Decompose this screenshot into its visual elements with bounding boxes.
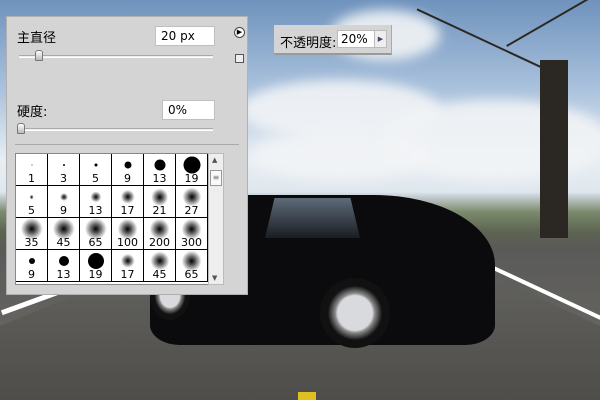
hardness-label: 硬度: (17, 105, 48, 120)
brush-grid-scrollbar[interactable]: ▲ ≡ ▼ (208, 153, 224, 285)
brush-size-label: 13 (56, 268, 71, 281)
hardness-input[interactable]: 0% (162, 100, 215, 120)
hard-brush-tip-icon (87, 253, 104, 269)
opacity-control: 不透明度: 20% ▶ (274, 25, 392, 55)
brush-preset[interactable]: 27 (176, 186, 208, 218)
brush-size-label: 19 (184, 172, 199, 185)
brush-size-label: 45 (56, 236, 71, 249)
brush-preset[interactable]: 19 (176, 154, 208, 186)
new-preset-icon[interactable] (235, 54, 244, 63)
brush-size-label: 300 (181, 236, 202, 249)
brush-size-label: 5 (92, 172, 99, 185)
brush-size-label: 21 (152, 204, 167, 217)
brush-grid: 1 3 5 9 13 19 5 9 13 17 21 27 35 45 65 100 200 300 9 13 19 17… (15, 153, 224, 285)
brush-size-label: 13 (152, 172, 167, 185)
brush-preset[interactable]: 9 (48, 186, 80, 218)
brush-preset[interactable]: 9 (16, 250, 48, 282)
brush-preset[interactable]: 100 (112, 218, 144, 250)
brush-size-label: 17 (120, 268, 135, 281)
brush-preset[interactable]: 200 (144, 218, 176, 250)
brush-size-label: 17 (120, 204, 135, 217)
hard-brush-tip-icon (58, 256, 69, 266)
brush-preset[interactable]: 300 (176, 218, 208, 250)
hardness-slider-thumb[interactable] (17, 123, 25, 134)
brush-size-label: 9 (124, 172, 131, 185)
master-diameter-input[interactable]: 20 px (155, 26, 215, 46)
brush-size-label: 200 (149, 236, 170, 249)
play-circle-icon[interactable]: ▶ (234, 27, 245, 38)
brush-preset[interactable]: 65 (176, 250, 208, 282)
brush-preset[interactable]: 9 (112, 154, 144, 186)
brush-preset[interactable]: 35 (16, 217, 48, 250)
hard-brush-tip-icon (62, 164, 65, 166)
brush-preset[interactable]: 19 (80, 250, 112, 282)
brush-preset[interactable]: 5 (16, 186, 48, 218)
opacity-label: 不透明度: (280, 36, 337, 51)
opacity-dropdown-arrow-icon[interactable]: ▶ (374, 30, 387, 48)
tree (540, 60, 568, 238)
brush-size-label: 3 (60, 172, 67, 185)
hard-brush-tip-icon (183, 156, 200, 174)
hard-brush-tip-icon (28, 258, 35, 264)
brush-size-label: 9 (28, 268, 35, 281)
brush-preset-picker: 主直径 20 px ▶ 硬度: 0% 1 3 5 9 13 19 5 9 13 17 21 27 35 4… (6, 16, 248, 295)
scroll-down-arrow-icon[interactable]: ▼ (212, 274, 217, 282)
brush-preset[interactable]: 45 (144, 250, 176, 282)
brush-preset[interactable]: 13 (80, 186, 112, 218)
scroll-up-arrow-icon[interactable]: ▲ (212, 156, 217, 164)
diameter-slider-track[interactable] (19, 55, 213, 58)
brush-size-label: 19 (88, 268, 103, 281)
brush-preset[interactable]: 17 (112, 186, 144, 218)
brush-preset[interactable]: 45 (48, 217, 80, 250)
soft-brush-tip-icon (59, 193, 68, 201)
hard-brush-tip-icon (154, 159, 165, 171)
soft-brush-tip-icon (120, 189, 135, 205)
brush-size-label: 35 (24, 236, 39, 249)
brush-preset[interactable]: 1 (16, 154, 48, 186)
brush-preset[interactable]: 13 (144, 154, 176, 186)
hard-brush-tip-icon (124, 161, 131, 169)
opacity-input[interactable]: 20% (337, 30, 375, 48)
hard-brush-tip-icon (94, 163, 97, 167)
brush-preset[interactable]: 17 (112, 250, 144, 282)
brush-preset[interactable]: 13 (48, 250, 80, 282)
brush-size-label: 5 (28, 204, 35, 217)
brush-size-label: 13 (88, 204, 103, 217)
brush-preset[interactable]: 65 (80, 217, 112, 250)
brush-size-label: 1 (28, 172, 35, 185)
brush-size-label: 100 (117, 236, 138, 249)
brush-preset[interactable]: 5 (80, 154, 112, 186)
hard-brush-tip-icon (31, 164, 32, 166)
soft-brush-tip-icon (89, 191, 102, 203)
scroll-thumb[interactable]: ≡ (210, 170, 222, 186)
hardness-slider-track[interactable] (19, 128, 213, 131)
soft-brush-tip-icon (29, 194, 34, 200)
divider (15, 144, 239, 145)
brush-preset[interactable]: 3 (48, 154, 80, 186)
brush-size-label: 27 (184, 204, 199, 217)
brush-size-label: 45 (152, 268, 167, 281)
brush-size-label: 65 (88, 236, 103, 249)
soft-brush-tip-icon (120, 253, 135, 269)
brush-size-label: 9 (60, 204, 67, 217)
brush-preset[interactable]: 21 (144, 186, 176, 218)
master-diameter-label: 主直径 (17, 31, 57, 46)
brush-size-label: 65 (184, 268, 199, 281)
diameter-slider-thumb[interactable] (34, 50, 43, 61)
